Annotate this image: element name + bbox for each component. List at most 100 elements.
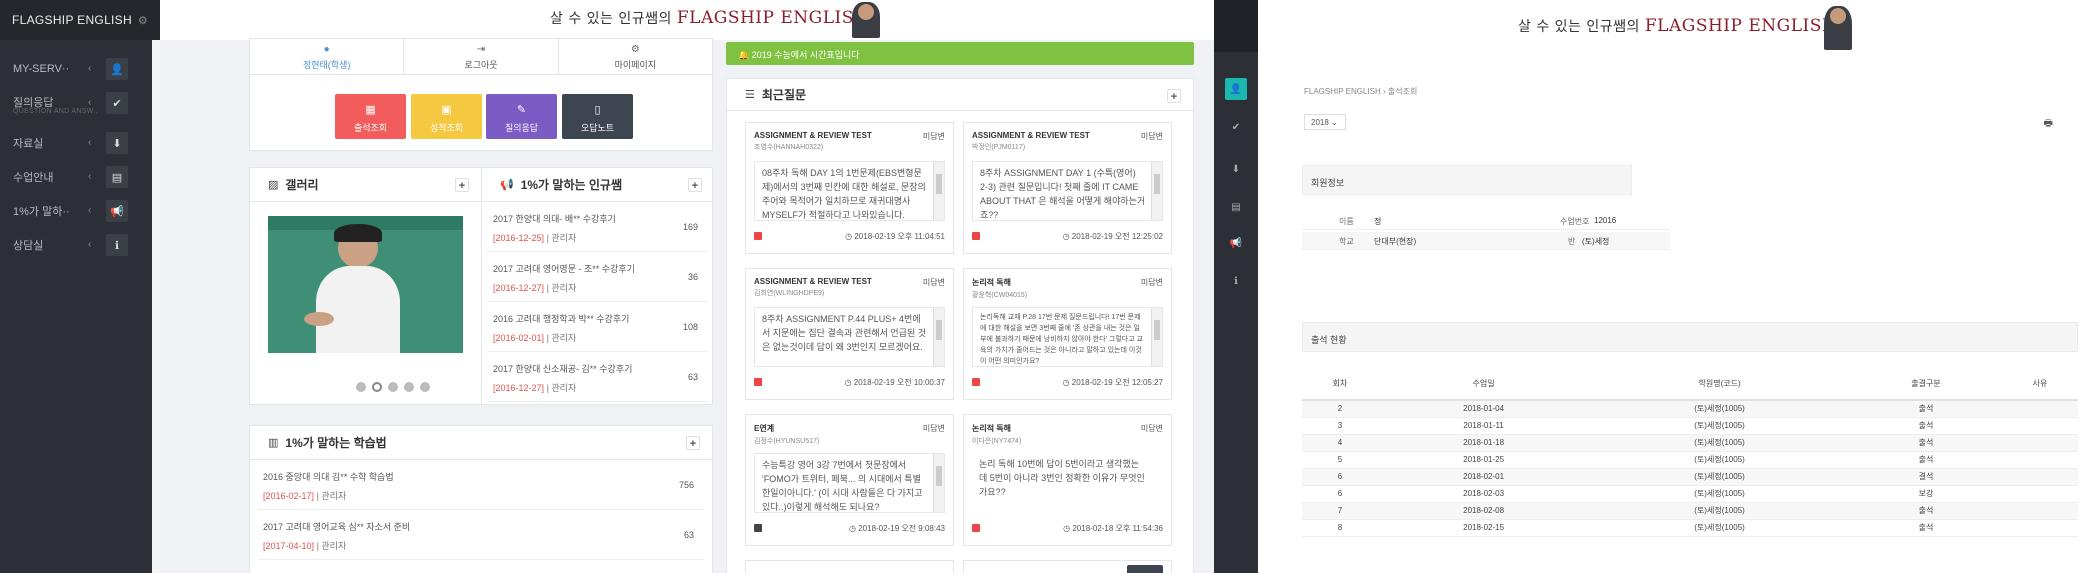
sidebar-item-top1[interactable]: 1%가 말하·· ‹ 📢 xyxy=(0,194,160,228)
item-title[interactable]: 2017 한양대 의대- 배** 수강후기 xyxy=(493,212,616,225)
list-item[interactable]: 2017 고려대 영어영문 - 조** 수강후기 [2016-12-27] | 관… xyxy=(488,252,708,302)
card-body[interactable]: 8주차 ASSIGNMENT P.44 PLUS+ 4번에서 지문에는 집단 결… xyxy=(754,307,945,367)
notice-alert[interactable]: 🔔 2019 수능에서 시간표입니다 xyxy=(726,42,1194,65)
qna-card[interactable]: E연계 김정수(HYUNSU517) 미답변 수능특강 영어 3강 7번에서 첫문장… xyxy=(745,414,954,546)
expand-plus-icon[interactable]: + xyxy=(1167,89,1181,103)
list-item[interactable]: 2017 한양대 신소재공- 김** 수강후기 [2016-12-27] | 관리… xyxy=(488,352,708,402)
item-title[interactable]: 2016 중앙대 의대 김** 수학 학습법 xyxy=(263,470,394,483)
attendance-section-header: 출석 현황 xyxy=(1302,322,2078,352)
expand-plus-icon[interactable]: + xyxy=(686,436,700,450)
qna-button[interactable]: ✎ 질의응답 xyxy=(486,94,557,139)
scrollbar[interactable] xyxy=(933,454,944,512)
lock-icon xyxy=(972,524,980,532)
expand-plus-icon[interactable]: + xyxy=(455,178,469,192)
card-title: E연계 xyxy=(754,424,775,433)
column-header: 수업일 xyxy=(1378,368,1590,401)
megaphone-icon[interactable]: 📢 xyxy=(1225,232,1247,254)
check-icon[interactable]: ✔ xyxy=(1225,116,1247,138)
cell: (토)세정(1005) xyxy=(1589,417,1850,435)
year-select[interactable]: 2018 ⌄ xyxy=(1304,114,1346,130)
user-icon[interactable]: 👤 xyxy=(1225,78,1247,100)
list-item[interactable]: 2017 한양대 의대- 배** 수강후기 [2016-12-25] | 관리자 1… xyxy=(488,202,708,252)
user-panel: ● 정현태(학생) ⇥ 로그아웃 ⚙ 마이페이지 ▦ 출석조회 ▣ 성적조회 ✎ 질의응답 … xyxy=(249,38,713,151)
tab-profile[interactable]: ● 정현태(학생) xyxy=(250,39,405,74)
sidebar-item-courses[interactable]: 수업안내 ‹ ▤ xyxy=(0,160,160,194)
breadcrumb-home[interactable]: FLAGSHIP ENGLISH xyxy=(1304,87,1381,96)
grades-button[interactable]: ▣ 성적조회 xyxy=(411,94,482,139)
item-title[interactable]: 2017 고려대 영어교육 심** 자소서 준비 xyxy=(263,520,410,533)
image-icon: ▨ xyxy=(268,179,279,191)
pager-dot[interactable] xyxy=(388,382,398,392)
pager-dot[interactable] xyxy=(356,382,366,392)
scrollbar[interactable] xyxy=(933,308,944,366)
study-header: ▥ 1%가 말하는 학습법 + xyxy=(250,426,712,460)
item-title[interactable]: 2017 고려대 영어영문 - 조** 수강후기 xyxy=(493,262,635,275)
brand[interactable]: FLAGSHIP ENGLISH ⚙ xyxy=(0,0,160,40)
card-title: 논리적 독해 xyxy=(972,278,1012,287)
sidebar-item-label: 자료실 xyxy=(13,138,44,150)
gallery-box: ▨ 갤러리 + xyxy=(250,168,482,406)
card-time: ◷ 2018-02-19 오전 12:05:27 xyxy=(1062,378,1163,387)
scrollbar[interactable] xyxy=(1151,308,1162,366)
class-no-label: 수업번호 xyxy=(1560,217,1590,226)
qna-card[interactable]: ASSIGNMENT & REVIEW TEST 김희연(WLINGHDPE9) 미… xyxy=(745,268,954,400)
lock-icon xyxy=(972,232,980,240)
qna-card[interactable]: ASSIGNMENT & REVIEW TEST 박정인(PJM0117) 미답변 … xyxy=(963,122,1172,254)
cell: 5 xyxy=(1302,451,1379,469)
item-author: | 관리자 xyxy=(546,233,577,243)
study-panel: ▥ 1%가 말하는 학습법 + 2016 중앙대 의대 김** 수학 학습법 [201… xyxy=(249,425,713,573)
book-icon[interactable]: ▤ xyxy=(1225,196,1247,218)
recent-qna-title: 최근질문 xyxy=(761,88,807,102)
card-body[interactable]: 수능특강 영어 3강 7번에서 첫문장에서 'FOMO가 트위터, 페북... … xyxy=(754,453,945,513)
scrollbar[interactable] xyxy=(933,162,944,220)
list-item[interactable]: 2017 고려대 영어교육 심** 자소서 준비 [2017-04-10] | 관… xyxy=(258,510,704,560)
section-title: 출석 현황 xyxy=(1311,335,1347,345)
scrollbar[interactable] xyxy=(1151,162,1162,220)
tab-mypage[interactable]: ⚙ 마이페이지 xyxy=(559,39,712,74)
print-icon[interactable]: 🖶 xyxy=(2044,116,2053,133)
user-icon: ● xyxy=(323,44,330,55)
tab-label: 로그아웃 xyxy=(464,60,498,70)
card-title: ASSIGNMENT & REVIEW TEST xyxy=(754,277,872,286)
settings-icon[interactable]: ⚙ xyxy=(138,14,148,27)
qna-card[interactable]: ASSIGNMENT & REVIEW TEST 조영수(HANNAH0322) 미… xyxy=(745,122,954,254)
item-date: [2016-02-17] xyxy=(263,491,315,501)
sidebar-item-resources[interactable]: 자료실 ‹ ⬇ xyxy=(0,126,160,160)
card-body[interactable]: 논리 독해 10번에 답이 5번이라고 생각했는데 5번이 아니라 3번인 정확… xyxy=(972,453,1163,513)
pager-dot-active[interactable] xyxy=(372,382,382,392)
item-author: | 관리자 xyxy=(316,541,347,551)
card-body[interactable]: 08주차 독해 DAY 1의 1번문제(EBS변형문제)에서의 3번째 민칸에 … xyxy=(754,161,945,221)
sidebar-item-qna[interactable]: 질의응답 QUESTION AND ANSW.. ‹ ✔ xyxy=(0,86,160,126)
download-icon[interactable]: ⬇ xyxy=(1225,158,1247,180)
qna-card[interactable]: 논리적 독해 황윤혁(CW04015) 미답변 논리독해 교재 P.28 17번 문… xyxy=(963,268,1172,400)
tab-label: 마이페이지 xyxy=(614,60,657,70)
button-label: 질의응답 xyxy=(504,123,539,133)
banner-title: 살 수 있는 인규쌤의 FLAGSHIP ENGLISH xyxy=(1518,16,1837,36)
teacher-photo xyxy=(852,2,880,38)
sidebar-item-myservice[interactable]: MY-SERV·· ‹ 👤 xyxy=(0,52,160,86)
cell: 출석 xyxy=(1849,400,2002,418)
sidebar-item-counsel[interactable]: 상담실 ‹ ℹ xyxy=(0,228,160,262)
gallery-photo[interactable] xyxy=(268,216,463,353)
item-title[interactable]: 2016 고려대 행정학과 박** 수강후기 xyxy=(493,312,629,325)
wrong-note-button[interactable]: ▯ 오답노트 xyxy=(562,94,633,139)
qna-card-partial xyxy=(963,560,1172,573)
attendance-button[interactable]: ▦ 출석조회 xyxy=(335,94,406,139)
pager-dot[interactable] xyxy=(404,382,414,392)
card-body[interactable]: 논리독해 교재 P.28 17번 문제 질문드립니다! 17번 문제에 대한 해… xyxy=(972,307,1163,367)
info-icon[interactable]: ℹ xyxy=(1225,270,1247,292)
column-header: 학원명(코드) xyxy=(1589,368,1850,401)
qna-card[interactable]: 논리적 독해 이다은(NY7474) 미답변 논리 독해 10번에 답이 5번이라고… xyxy=(963,414,1172,546)
cell: 8 xyxy=(1302,519,1379,537)
list-item[interactable]: 2016 중앙대 의대 김** 수학 학습법 [2016-02-17] | 관리자… xyxy=(258,460,704,510)
card-body[interactable]: 8주차 ASSIGNMENT DAY 1 (수특(영어) 2-3) 관련 질문입… xyxy=(972,161,1163,221)
expand-plus-icon[interactable]: + xyxy=(688,178,702,192)
list-item[interactable]: 2016 고려대 행정학과 박** 수강후기 [2016-02-01] | 관리자… xyxy=(488,302,708,352)
cell: 2018-02-03 xyxy=(1378,485,1590,503)
item-title[interactable]: 2017 한양대 신소재공- 김** 수강후기 xyxy=(493,362,632,375)
pager-dot[interactable] xyxy=(420,382,430,392)
card-author: 김정수(HYUNSU517) xyxy=(754,438,820,445)
cell: 3 xyxy=(1302,417,1379,435)
card-time: ◷ 2018-02-19 오전 9:08:43 xyxy=(849,524,945,533)
tab-logout[interactable]: ⇥ 로그아웃 xyxy=(404,39,559,74)
